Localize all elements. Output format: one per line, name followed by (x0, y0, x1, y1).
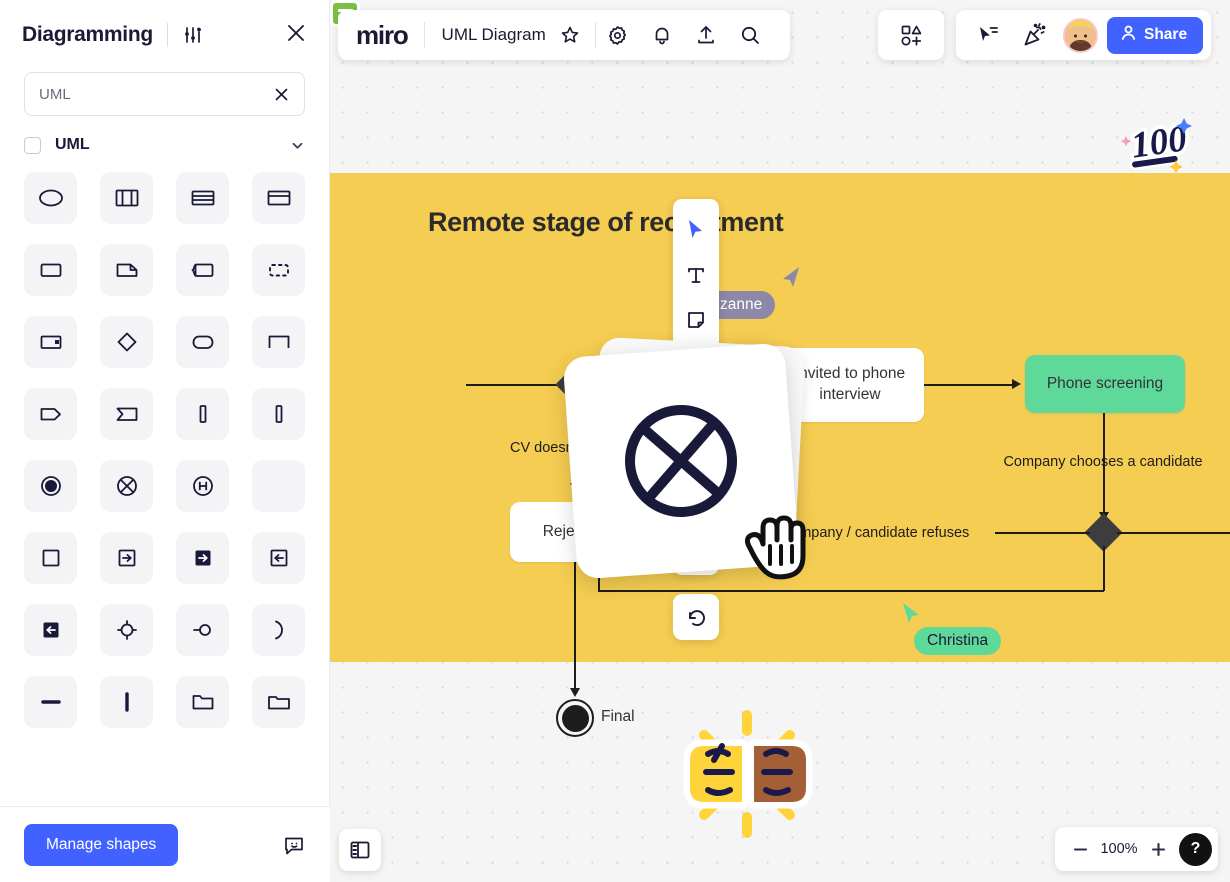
shape-final-node-circle[interactable] (24, 460, 77, 512)
top-shapes-toolbar[interactable] (878, 10, 944, 60)
node-phone-screening[interactable]: Phone screening (1025, 355, 1185, 413)
shape-rectangle[interactable] (24, 244, 77, 296)
sidebar-footer: Manage shapes (0, 806, 330, 882)
sliders-icon[interactable] (182, 24, 204, 46)
shape-arrow-right-box[interactable] (100, 532, 153, 584)
edge-line (1103, 546, 1105, 591)
edge-arrow (1012, 379, 1021, 389)
sidebar-title: Diagramming (22, 23, 153, 46)
shape-frame-columns[interactable] (100, 172, 153, 224)
shape-brace-box[interactable] (176, 244, 229, 296)
clear-icon[interactable] (273, 86, 290, 103)
grabbing-hand-cursor (736, 508, 814, 585)
board-canvas[interactable]: Remote stage of recruitment Resume match… (330, 0, 1230, 882)
top-right-toolbar: Share (956, 10, 1212, 60)
group-label: UML (55, 136, 90, 153)
top-left-toolbar: miro UML Diagram (338, 10, 790, 60)
upload-icon[interactable] (684, 13, 728, 57)
edge-label-company-chooses: Company chooses a candidate (1003, 454, 1203, 470)
help-button[interactable]: ? (1179, 832, 1212, 866)
shape-ellipse[interactable] (24, 172, 77, 224)
shape-square[interactable] (24, 532, 77, 584)
party-popper-icon[interactable] (1012, 13, 1056, 57)
shape-arrow-right-filled[interactable] (176, 532, 229, 584)
undo-button[interactable] (673, 594, 719, 640)
header-divider (166, 23, 168, 47)
final-node-label: Final (601, 708, 635, 725)
group-checkbox[interactable] (24, 136, 41, 154)
zoom-controls: 100% ? (1055, 827, 1218, 871)
search-icon[interactable] (728, 13, 772, 57)
diagramming-sidebar: Diagramming UML UML Manage shapes (0, 0, 330, 882)
search-input[interactable] (39, 85, 273, 103)
fist-bump-sticker[interactable] (678, 702, 818, 851)
shape-grid (0, 166, 329, 728)
zoom-in-button[interactable] (1145, 836, 1171, 862)
person-icon (1120, 24, 1137, 46)
final-node-fill (561, 704, 589, 732)
sticky-note-tool[interactable] (673, 297, 719, 342)
share-label: Share (1144, 26, 1188, 43)
panel-toggle-button[interactable] (339, 829, 381, 871)
shape-package[interactable] (252, 676, 305, 728)
shape-bar-segment[interactable] (252, 388, 305, 440)
shape-partial-box[interactable] (252, 316, 305, 368)
shape-vertical-bar-box[interactable] (176, 388, 229, 440)
shape-rectangle-dot[interactable] (24, 316, 77, 368)
shape-rounded-rectangle[interactable] (176, 316, 229, 368)
shape-folder[interactable] (176, 676, 229, 728)
node-final[interactable] (556, 699, 594, 737)
edge-line (574, 562, 576, 695)
edge-arrow (570, 688, 580, 697)
sidebar-header: Diagramming (0, 0, 329, 62)
user-avatar[interactable] (1063, 17, 1098, 53)
shape-history-h-circle[interactable] (176, 460, 229, 512)
close-icon[interactable] (285, 22, 307, 49)
edge-line (924, 384, 1014, 386)
shape-blank-tile[interactable] (252, 460, 305, 512)
shape-tag-arrow[interactable] (24, 388, 77, 440)
shape-arrow-left-box[interactable] (252, 532, 305, 584)
shape-horizontal-line[interactable] (24, 676, 77, 728)
shape-junction-node[interactable] (100, 604, 153, 656)
shape-arrow-left-filled[interactable] (24, 604, 77, 656)
edge-line (1117, 532, 1230, 534)
edge-line (466, 384, 566, 386)
cursor-select-icon[interactable] (966, 13, 1010, 57)
star-icon[interactable] (555, 13, 585, 57)
gear-icon[interactable] (596, 13, 640, 57)
cursor-pointer-christina (900, 601, 922, 630)
zoom-level-label: 100% (1100, 841, 1138, 857)
shapes-add-icon[interactable] (889, 13, 933, 57)
search-box[interactable] (24, 72, 305, 116)
shape-half-circle-arc[interactable] (252, 604, 305, 656)
shape-dashed-rectangle[interactable] (252, 244, 305, 296)
miro-logo[interactable]: miro (356, 20, 424, 51)
document-title[interactable]: UML Diagram (425, 25, 555, 45)
share-button[interactable]: Share (1107, 16, 1204, 54)
shape-group-header[interactable]: UML (0, 116, 329, 166)
bell-icon[interactable] (640, 13, 684, 57)
shape-window-box[interactable] (252, 172, 305, 224)
shape-entry-point-circle[interactable] (176, 604, 229, 656)
zoom-out-button[interactable] (1067, 836, 1093, 862)
shape-terminate-circle-x[interactable] (100, 460, 153, 512)
edge-line (995, 532, 1090, 534)
frame-title: Remote stage of recruitment (428, 207, 784, 237)
shape-vertical-line[interactable] (100, 676, 153, 728)
shape-table-rows[interactable] (176, 172, 229, 224)
manage-shapes-button[interactable]: Manage shapes (24, 823, 179, 866)
hundred-points-sticker[interactable]: 100 100 (1120, 112, 1198, 189)
shape-note-document[interactable] (100, 244, 153, 296)
edge-line (598, 590, 1104, 592)
text-tool[interactable] (673, 252, 719, 297)
cursor-label-christina: Christina (914, 627, 1002, 655)
cursor-pointer-suzanne (780, 265, 802, 294)
select-tool[interactable] (673, 207, 719, 252)
search-section (0, 62, 329, 116)
shape-sigma-flag[interactable] (100, 388, 153, 440)
feedback-smiley-icon[interactable] (282, 833, 306, 857)
shape-diamond[interactable] (100, 316, 153, 368)
chevron-down-icon[interactable] (290, 138, 305, 153)
